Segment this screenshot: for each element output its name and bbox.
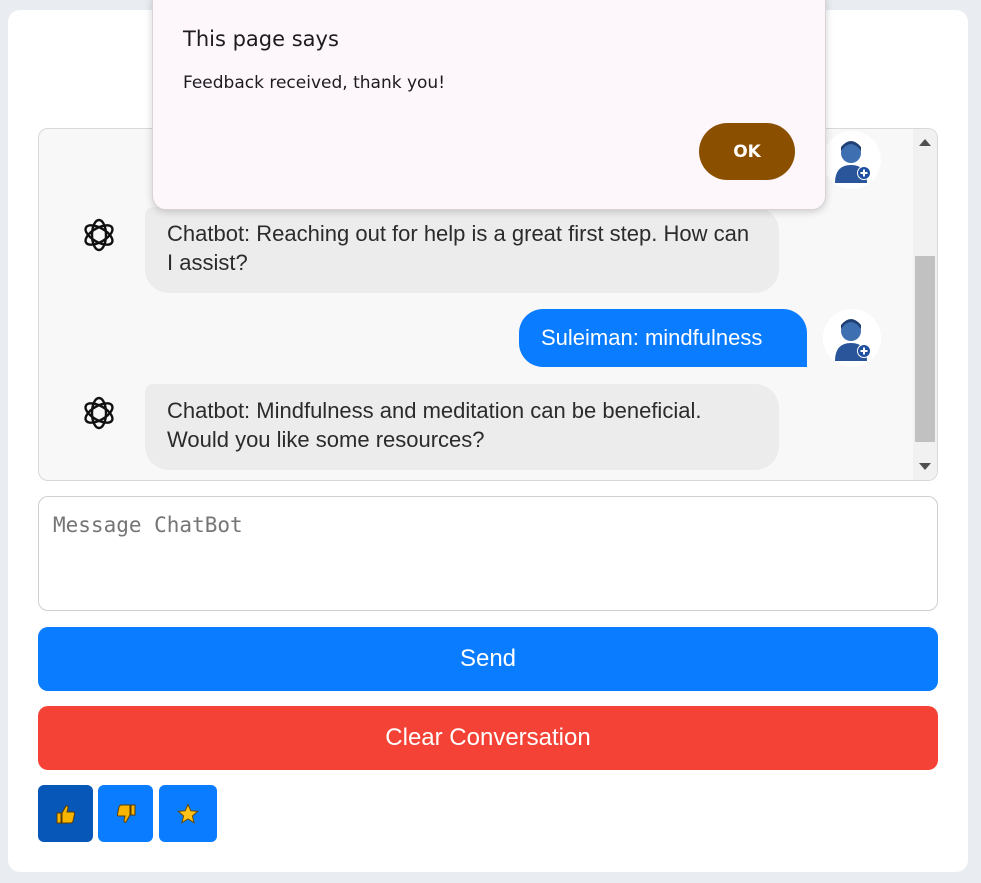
- star-button[interactable]: [159, 785, 217, 842]
- user-avatar: [823, 309, 881, 367]
- dialog-message: Feedback received, thank you!: [183, 73, 446, 93]
- dialog-title: This page says: [183, 27, 339, 51]
- scroll-down-arrow-icon[interactable]: [919, 463, 931, 470]
- ok-button[interactable]: OK: [699, 123, 795, 180]
- scroll-up-arrow-icon[interactable]: [919, 139, 931, 146]
- user-avatar: [823, 131, 881, 189]
- bot-message-bubble: Chatbot: Reaching out for help is a grea…: [145, 207, 779, 293]
- thumbs-down-button[interactable]: [98, 785, 153, 842]
- chatbot-logo-icon: [81, 383, 117, 443]
- send-button[interactable]: Send: [38, 627, 938, 691]
- message-input[interactable]: [38, 496, 938, 611]
- scroll-thumb[interactable]: [915, 256, 935, 442]
- star-icon: [177, 802, 199, 824]
- chat-scrollbar[interactable]: [913, 129, 937, 480]
- alert-dialog: This page says Feedback received, thank …: [152, 0, 826, 210]
- chatbot-logo-icon: [81, 205, 117, 265]
- user-message-bubble: Suleiman: mindfulness: [519, 309, 807, 367]
- bot-message-bubble: Chatbot: Mindfulness and meditation can …: [145, 384, 779, 470]
- thumbs-up-button[interactable]: [38, 785, 93, 842]
- thumbs-up-icon: [56, 804, 75, 823]
- thumbs-down-icon: [116, 804, 135, 823]
- clear-conversation-button[interactable]: Clear Conversation: [38, 706, 938, 770]
